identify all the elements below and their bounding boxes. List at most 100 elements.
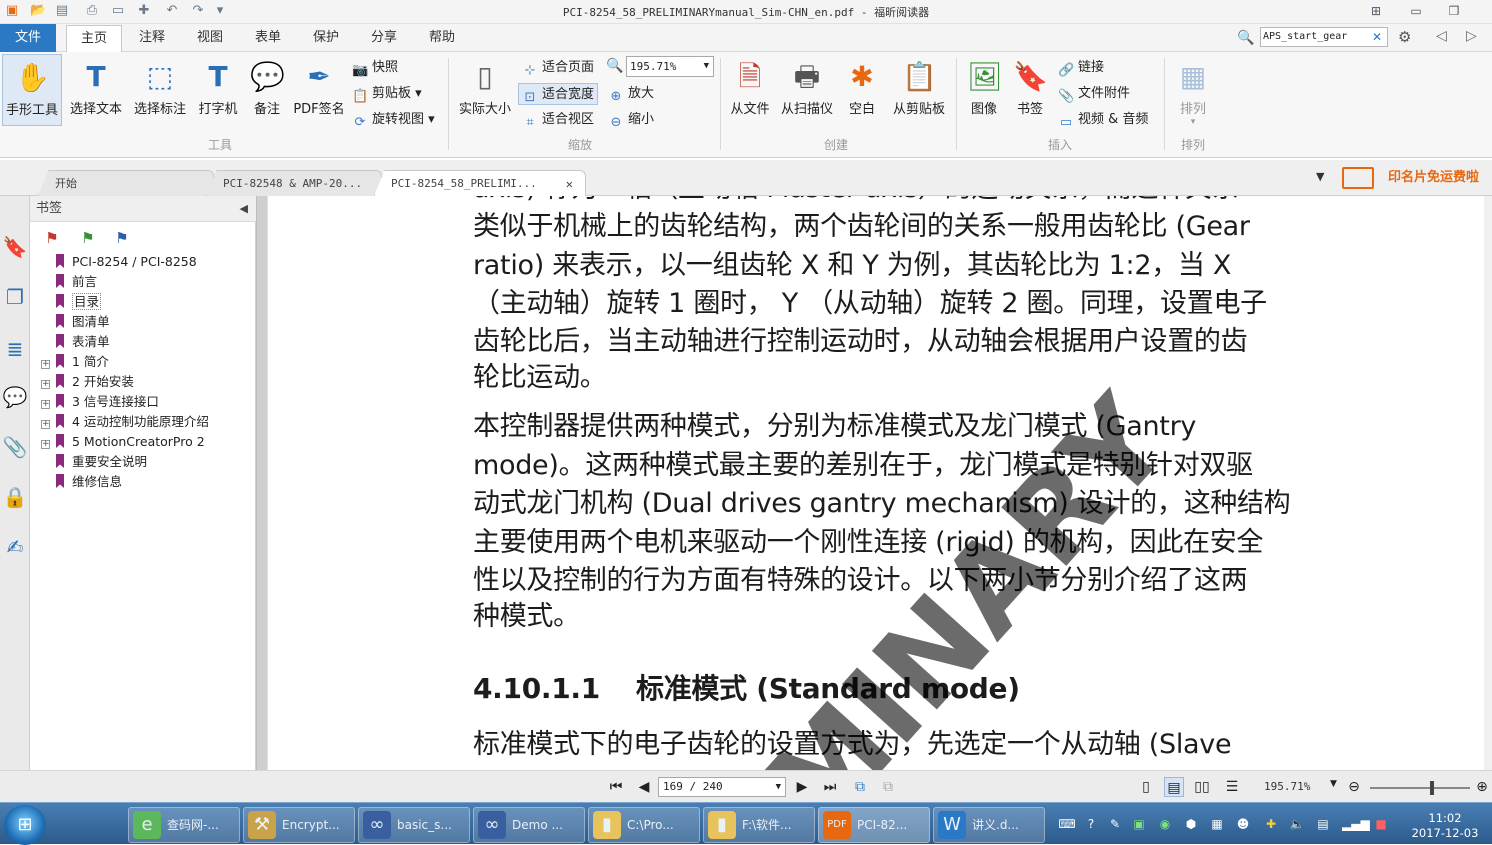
menu-protect[interactable]: 保护	[304, 24, 348, 52]
clock[interactable]: 11:02 2017-12-03	[1400, 811, 1490, 841]
fit-visible-button[interactable]: ⌗ 适合视区	[522, 109, 594, 131]
first-page-icon[interactable]: ⏮	[606, 777, 626, 797]
restore-button[interactable]: ❐	[1440, 2, 1468, 20]
next-view-icon[interactable]: ⧉	[878, 777, 898, 797]
expand-icon[interactable]: +	[41, 360, 50, 369]
snapshot-button[interactable]: 📷 快照	[352, 57, 398, 79]
taskbar-item-active[interactable]: PDF PCI-82...	[818, 807, 930, 843]
taskbar-item[interactable]: e 查码网-...	[128, 807, 240, 843]
select-text-button[interactable]: T 选择文本	[64, 54, 128, 126]
attachments-panel-icon[interactable]: 📎	[2, 434, 28, 460]
typewriter-button[interactable]: T 打字机	[192, 54, 244, 126]
expand-icon[interactable]: +	[41, 440, 50, 449]
settings-gear-icon[interactable]: ⚙	[1398, 28, 1411, 46]
hand-tool-button[interactable]: ✋ 手形工具	[2, 54, 62, 126]
bookmark-item[interactable]: 表清单	[38, 332, 254, 352]
menu-home[interactable]: 主页	[66, 25, 122, 52]
previous-view-icon[interactable]: ⧉	[850, 777, 870, 797]
volume-icon[interactable]: 🔈	[1288, 815, 1306, 833]
help-icon[interactable]: ?	[1082, 815, 1100, 833]
bookmark-item[interactable]: +3 信号连接接口	[38, 392, 254, 412]
pdf-signature-button[interactable]: ✒ PDF签名	[292, 54, 346, 126]
last-page-icon[interactable]: ⏭	[820, 777, 840, 797]
zoom-out-button[interactable]: ⊖ 缩小	[608, 109, 654, 131]
page-number-input[interactable]: 169 / 240 ▼	[658, 777, 786, 797]
document-view[interactable]: axis) 称为一轴（主动轴 Master axis）的运动关系，而这种关系 类…	[268, 196, 1490, 770]
tray-app-icon[interactable]: ▣	[1130, 815, 1148, 833]
menu-file[interactable]: 文件	[0, 24, 56, 52]
facing-page-icon[interactable]: ▯▯	[1192, 777, 1212, 797]
bookmark-item[interactable]: 维修信息	[38, 472, 254, 492]
forward-arrow-icon[interactable]: ▷	[1466, 28, 1477, 44]
insert-image-button[interactable]: 🖼 图像	[962, 54, 1006, 126]
bookmark-item[interactable]: +4 运动控制功能原理介绍	[38, 412, 254, 432]
create-from-file-button[interactable]: 🗎 从文件	[726, 54, 774, 126]
zoom-slider-thumb[interactable]	[1430, 781, 1434, 795]
note-button[interactable]: 💬 备注	[244, 54, 290, 126]
back-arrow-icon[interactable]: ◁	[1436, 28, 1447, 44]
menu-comment[interactable]: 注释	[130, 24, 174, 52]
security-panel-icon[interactable]: 🔒	[2, 484, 28, 510]
bookmark-expand-icon[interactable]: ⚑	[78, 228, 98, 248]
tab-pci-8254-current[interactable]: PCI-8254_58_PRELIMI... ✕	[374, 170, 586, 196]
zoom-select-icon[interactable]: 🔍	[606, 58, 623, 74]
continuous-facing-icon[interactable]: ☰	[1222, 777, 1242, 797]
next-page-icon[interactable]: ▶	[792, 777, 812, 797]
tray-clipboard-icon[interactable]: ▤	[1314, 815, 1332, 833]
find-icon[interactable]: 🔍	[1236, 28, 1256, 48]
zoom-input[interactable]: 195.71% ▼	[626, 56, 714, 77]
comments-panel-icon[interactable]: 💬	[2, 384, 28, 410]
taskbar-item[interactable]: ∞ Demo ...	[473, 807, 585, 843]
menu-share[interactable]: 分享	[362, 24, 406, 52]
taskbar-item[interactable]: ▮ F:\软件...	[703, 807, 815, 843]
tray-alert-icon[interactable]: ■	[1372, 815, 1390, 833]
insert-media-button[interactable]: ▭ 视频 & 音频	[1058, 109, 1149, 131]
bookmark-delete-icon[interactable]: ⚑	[42, 228, 62, 248]
keyboard-icon[interactable]: ⌨	[1058, 815, 1076, 833]
insert-link-button[interactable]: 🔗 链接	[1058, 57, 1104, 79]
vertical-scrollbar[interactable]	[1484, 196, 1492, 770]
tab-start[interactable]: 开始	[38, 170, 214, 196]
status-zoom-value[interactable]: 195.71%	[1264, 777, 1310, 797]
clear-search-icon[interactable]: ✕	[1372, 30, 1382, 44]
tab-pci-82548[interactable]: PCI-82548 & AMP-20...	[206, 170, 382, 196]
layout-icon[interactable]: ⊞	[1362, 2, 1390, 20]
ad-icon[interactable]	[1342, 167, 1374, 189]
zoom-out-circle-icon[interactable]: ⊖	[1344, 777, 1364, 797]
clipboard-button[interactable]: 📋 剪贴板 ▾	[352, 83, 422, 105]
create-blank-button[interactable]: ✱ 空白	[842, 54, 882, 126]
zoom-slider[interactable]	[1370, 781, 1470, 795]
pen-icon[interactable]: ✎	[1106, 815, 1124, 833]
taskbar-item[interactable]: ⚒ Encrypt...	[243, 807, 355, 843]
expand-icon[interactable]: +	[41, 380, 50, 389]
menu-view[interactable]: 视图	[188, 24, 232, 52]
tray-update-icon[interactable]: ✚	[1262, 815, 1280, 833]
continuous-page-icon[interactable]: ▤	[1164, 777, 1184, 797]
pages-panel-icon[interactable]: ❐	[2, 284, 28, 310]
start-button[interactable]: ⊞	[4, 805, 46, 845]
status-zoom-dropdown-icon[interactable]: ▼	[1330, 779, 1337, 789]
layers-panel-icon[interactable]: ≣	[2, 336, 28, 362]
select-annotation-button[interactable]: ⬚ 选择标注	[130, 54, 190, 126]
tray-user-icon[interactable]: ☻	[1234, 815, 1252, 833]
bookmark-item[interactable]: +1 简介	[38, 352, 254, 372]
menu-form[interactable]: 表单	[246, 24, 290, 52]
tray-device-icon[interactable]: ▦	[1208, 815, 1226, 833]
insert-bookmark-button[interactable]: 🔖 书签	[1010, 54, 1050, 126]
prev-page-icon[interactable]: ◀	[634, 777, 654, 797]
bookmark-panel-icon[interactable]: 🔖	[2, 234, 28, 260]
zoom-in-button[interactable]: ⊕ 放大	[608, 83, 654, 105]
zoom-in-circle-icon[interactable]: ⊕	[1472, 777, 1492, 797]
fit-page-button[interactable]: ⊹ 适合页面	[522, 57, 594, 79]
create-from-scanner-button[interactable]: 🖶 从扫描仪	[778, 54, 836, 126]
fit-width-button[interactable]: ⊡ 适合宽度	[518, 83, 599, 105]
minimize-button[interactable]: ▭	[1402, 2, 1430, 20]
ad-banner[interactable]: 印名片免运费啦	[1388, 165, 1479, 191]
tray-security-icon[interactable]: ◉	[1156, 815, 1174, 833]
expand-icon[interactable]: +	[41, 400, 50, 409]
actual-size-button[interactable]: ▯ 实际大小	[456, 54, 514, 126]
signal-icon[interactable]: ▂▄▆	[1342, 815, 1370, 833]
panel-splitter[interactable]	[256, 196, 268, 802]
taskbar-item[interactable]: ▮ C:\Pro...	[588, 807, 700, 843]
rotate-view-button[interactable]: ⟳ 旋转视图 ▾	[352, 109, 435, 131]
